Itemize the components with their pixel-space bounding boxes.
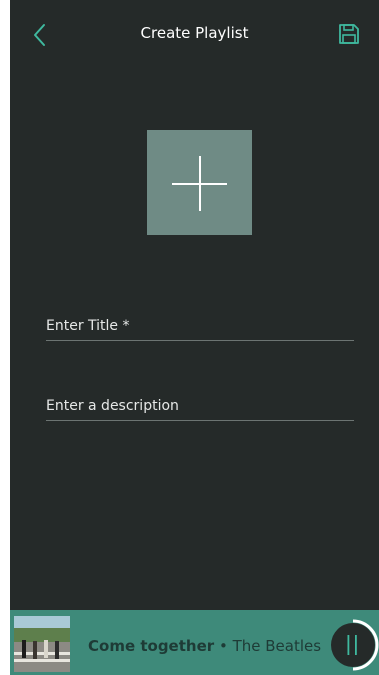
create-playlist-screen: Create Playlist Enter Title * Enter a de… <box>10 0 379 675</box>
floppy-disk-icon <box>339 24 359 44</box>
song-title: Come together <box>88 637 215 655</box>
title-input[interactable] <box>46 314 354 338</box>
mini-player[interactable]: Come together • The Beatles <box>10 610 379 675</box>
add-cover-button[interactable] <box>147 130 252 235</box>
title-field-container <box>46 310 354 341</box>
now-playing-text: Come together • The Beatles <box>88 637 321 655</box>
description-field-container <box>46 390 354 421</box>
pause-button[interactable] <box>326 618 379 672</box>
artist-name: The Beatles <box>232 637 322 655</box>
pause-icon <box>331 619 379 671</box>
header: Create Playlist <box>10 0 379 70</box>
separator: • <box>218 637 228 655</box>
album-art <box>14 616 70 672</box>
page-title: Create Playlist <box>140 24 249 42</box>
save-button[interactable] <box>337 22 361 46</box>
description-input[interactable] <box>46 394 354 418</box>
